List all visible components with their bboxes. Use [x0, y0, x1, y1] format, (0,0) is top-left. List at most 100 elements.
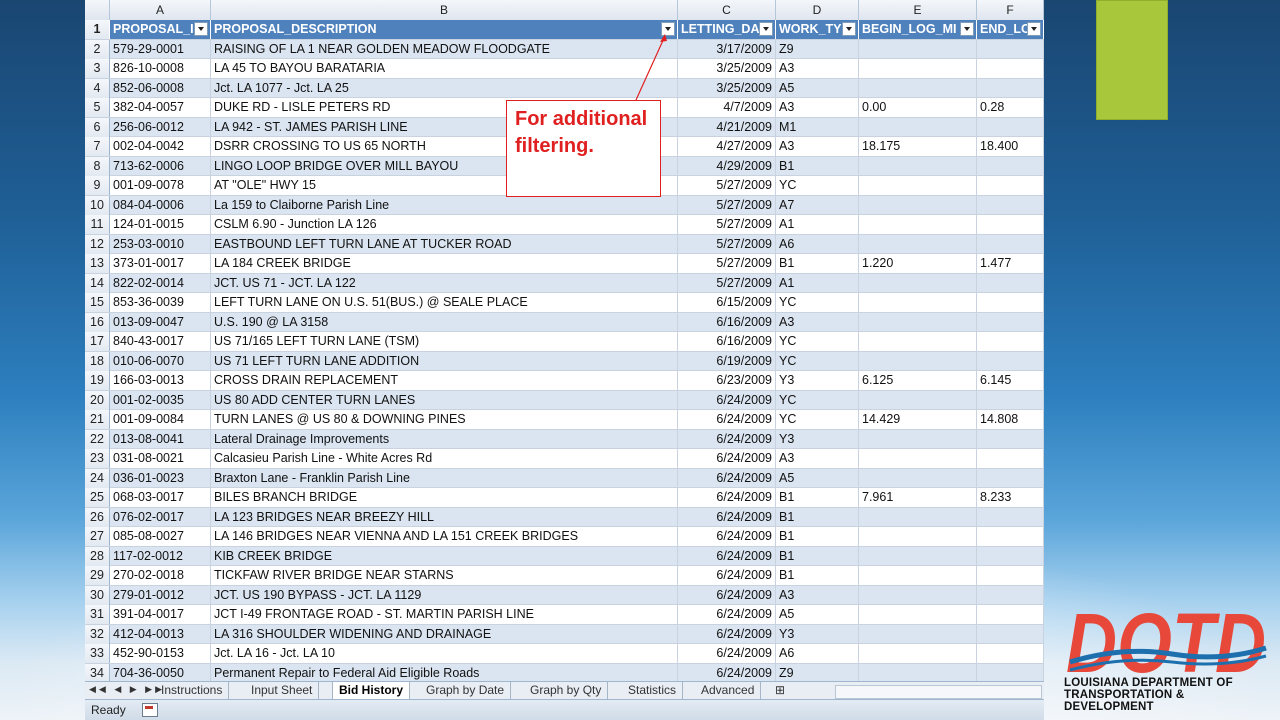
sheet-tab[interactable]: Bid History: [332, 682, 411, 699]
cell-date[interactable]: 6/24/2009: [678, 468, 776, 488]
row-number[interactable]: 3: [85, 59, 110, 78]
cell-date[interactable]: 6/24/2009: [678, 585, 776, 605]
sheet-tab[interactable]: Graph by Date: [420, 682, 512, 699]
cell-type[interactable]: A5: [776, 78, 859, 98]
cell-begin[interactable]: [859, 546, 977, 566]
row-number[interactable]: 32: [85, 624, 110, 644]
filter-dropdown-icon[interactable]: [842, 22, 856, 36]
row-number[interactable]: 15: [85, 293, 110, 312]
cell-desc[interactable]: US 71 LEFT TURN LANE ADDITION: [211, 351, 678, 371]
cell-begin[interactable]: [859, 429, 977, 449]
cell-id[interactable]: 373-01-0017: [110, 254, 211, 273]
cell-desc[interactable]: BILES BRANCH BRIDGE: [211, 488, 678, 507]
cell-date[interactable]: 6/24/2009: [678, 546, 776, 566]
cell-end[interactable]: [977, 351, 1044, 371]
cell-id[interactable]: 166-03-0013: [110, 371, 211, 390]
row-number[interactable]: 26: [85, 507, 110, 527]
row-number[interactable]: 16: [85, 312, 110, 332]
cell-type[interactable]: B1: [776, 488, 859, 507]
cell-begin[interactable]: 7.961: [859, 488, 977, 507]
column-letter-d[interactable]: D: [776, 0, 859, 20]
column-letter-c[interactable]: C: [678, 0, 776, 20]
row-number[interactable]: 7: [85, 137, 110, 156]
cell-type[interactable]: B1: [776, 527, 859, 546]
cell-type[interactable]: YC: [776, 293, 859, 312]
cell-id[interactable]: 085-08-0027: [110, 527, 211, 546]
row-number[interactable]: 14: [85, 273, 110, 293]
cell-desc[interactable]: Lateral Drainage Improvements: [211, 429, 678, 449]
cell-end[interactable]: [977, 449, 1044, 468]
cell-end[interactable]: [977, 78, 1044, 98]
cell-end[interactable]: [977, 624, 1044, 644]
cell-begin[interactable]: [859, 449, 977, 468]
cell-id[interactable]: 279-01-0012: [110, 585, 211, 605]
cell-type[interactable]: A3: [776, 449, 859, 468]
row-number[interactable]: 22: [85, 429, 110, 449]
cell-date[interactable]: 6/16/2009: [678, 332, 776, 351]
cell-begin[interactable]: [859, 234, 977, 254]
cell-begin[interactable]: [859, 215, 977, 234]
cell-date[interactable]: 4/7/2009: [678, 98, 776, 117]
cell-type[interactable]: YC: [776, 176, 859, 195]
cell-desc[interactable]: LA 316 SHOULDER WIDENING AND DRAINAGE: [211, 624, 678, 644]
cell-begin[interactable]: 18.175: [859, 137, 977, 156]
cell-id[interactable]: 010-06-0070: [110, 351, 211, 371]
cell-end[interactable]: [977, 293, 1044, 312]
cell-end[interactable]: [977, 507, 1044, 527]
row-number[interactable]: 1: [85, 20, 110, 39]
column-header-3[interactable]: LETTING_DA: [678, 20, 776, 39]
cell-type[interactable]: Y3: [776, 624, 859, 644]
row-number[interactable]: 13: [85, 254, 110, 273]
cell-end[interactable]: 18.400: [977, 137, 1044, 156]
cell-begin[interactable]: [859, 624, 977, 644]
cell-date[interactable]: 5/27/2009: [678, 215, 776, 234]
cell-end[interactable]: [977, 312, 1044, 332]
cell-id[interactable]: 068-03-0017: [110, 488, 211, 507]
cell-begin[interactable]: [859, 293, 977, 312]
cell-desc[interactable]: Permanent Repair to Federal Aid Eligible…: [211, 663, 678, 683]
cell-id[interactable]: 412-04-0013: [110, 624, 211, 644]
cell-desc[interactable]: JCT. US 190 BYPASS - JCT. LA 1129: [211, 585, 678, 605]
sheet-tab[interactable]: Input Sheet: [245, 682, 320, 699]
cell-id[interactable]: 013-09-0047: [110, 312, 211, 332]
row-number[interactable]: 20: [85, 390, 110, 410]
cell-type[interactable]: A1: [776, 273, 859, 293]
cell-date[interactable]: 6/24/2009: [678, 605, 776, 624]
sheet-tab[interactable]: Statistics: [622, 682, 684, 699]
row-number[interactable]: 18: [85, 351, 110, 371]
cell-end[interactable]: [977, 605, 1044, 624]
cell-end[interactable]: [977, 644, 1044, 663]
cell-date[interactable]: 6/16/2009: [678, 312, 776, 332]
cell-date[interactable]: 5/27/2009: [678, 273, 776, 293]
cell-id[interactable]: 001-09-0078: [110, 176, 211, 195]
column-letter-b[interactable]: B: [211, 0, 678, 20]
cell-date[interactable]: 6/24/2009: [678, 488, 776, 507]
cell-type[interactable]: A3: [776, 585, 859, 605]
column-header-5[interactable]: BEGIN_LOG_MI: [859, 20, 977, 39]
cell-begin[interactable]: [859, 332, 977, 351]
cell-desc[interactable]: CROSS DRAIN REPLACEMENT: [211, 371, 678, 390]
row-number[interactable]: 33: [85, 644, 110, 663]
cell-id[interactable]: 076-02-0017: [110, 507, 211, 527]
cell-date[interactable]: 6/24/2009: [678, 429, 776, 449]
cell-end[interactable]: [977, 663, 1044, 683]
cell-begin[interactable]: [859, 59, 977, 78]
row-number[interactable]: 8: [85, 156, 110, 176]
cell-date[interactable]: 6/24/2009: [678, 410, 776, 429]
column-letter-e[interactable]: E: [859, 0, 977, 20]
cell-id[interactable]: 001-09-0084: [110, 410, 211, 429]
row-number[interactable]: 2: [85, 39, 110, 59]
cell-type[interactable]: A3: [776, 137, 859, 156]
cell-begin[interactable]: [859, 117, 977, 137]
cell-desc[interactable]: Braxton Lane - Franklin Parish Line: [211, 468, 678, 488]
cell-date[interactable]: 4/21/2009: [678, 117, 776, 137]
cell-date[interactable]: 3/25/2009: [678, 78, 776, 98]
cell-id[interactable]: 270-02-0018: [110, 566, 211, 585]
cell-desc[interactable]: LA 184 CREEK BRIDGE: [211, 254, 678, 273]
cell-begin[interactable]: [859, 156, 977, 176]
cell-date[interactable]: 6/19/2009: [678, 351, 776, 371]
cell-end[interactable]: [977, 195, 1044, 215]
cell-type[interactable]: B1: [776, 254, 859, 273]
row-number[interactable]: 12: [85, 234, 110, 254]
row-number[interactable]: 6: [85, 117, 110, 137]
